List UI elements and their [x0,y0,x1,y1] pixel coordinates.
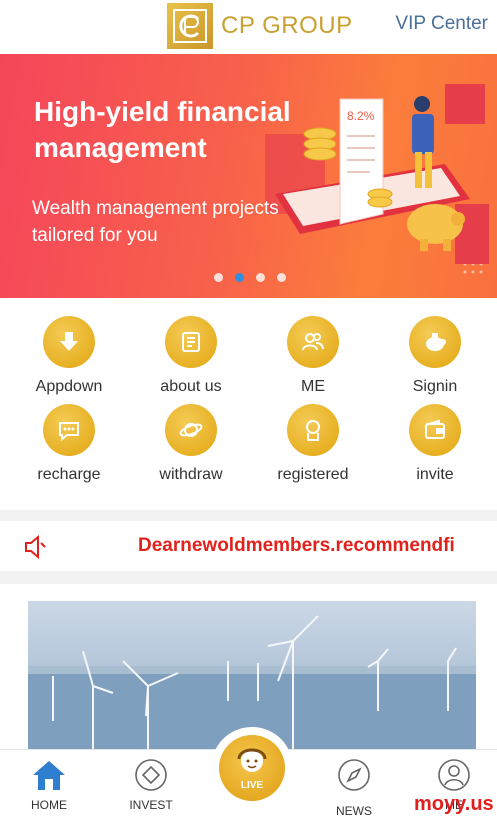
carousel-dot[interactable] [214,273,223,282]
svg-text:8.2%: 8.2% [347,109,375,123]
grid-item-label: about us [160,378,222,395]
speaker-icon [22,534,48,565]
grid-item-withdraw[interactable]: withdraw [136,404,246,484]
grid-item-label: registered [277,466,349,483]
piggy-bank-icon [409,316,461,368]
notice-text: Dearnewoldmembers.recommendfi [138,535,455,556]
chat-icon [43,404,95,456]
banner-subtitle: Wealth management projects tailored for … [32,198,279,246]
grid-item-label: invite [416,466,454,483]
grid-item-label: Signin [412,378,458,395]
grid-item-signin[interactable]: Signin [380,316,490,396]
download-icon [43,316,95,368]
users-icon [287,316,339,368]
grid-item-registered[interactable]: registered [258,404,368,484]
banner-title: High-yield financial management [34,96,291,163]
tab-label: INVEST [129,798,173,812]
grid-item-appdown[interactable]: Appdown [14,316,124,396]
grid-item-recharge[interactable]: recharge [14,404,124,484]
compass-icon [314,756,394,794]
carousel-dot-active[interactable] [235,273,244,282]
promo-banner[interactable]: 8.2% High-yield financial management Wea… [0,54,497,298]
carousel-dot[interactable] [277,273,286,282]
grid-item-me[interactable]: ME [258,316,368,396]
grid-item-label: withdraw [159,466,223,483]
top-header: CP GROUP VIP Center [0,0,497,54]
wallet-icon [409,404,461,456]
vip-center-link[interactable]: VIP Center [395,13,488,35]
grid-item-label: Appdown [35,378,103,395]
scroll-icon [165,316,217,368]
grid-item-label: ME [301,378,325,395]
live-button[interactable]: LIVE [211,727,293,809]
carousel-dots [214,273,286,282]
grid-item-label: recharge [37,466,101,483]
company-logo[interactable]: CP GROUP [167,3,353,49]
grid-item-invite[interactable]: invite [380,404,490,484]
logo-mark-icon [167,3,213,49]
notice-bar[interactable]: Dearnewoldmembers.recommendfi [0,521,497,571]
person-badge-icon [287,404,339,456]
invest-icon [111,756,191,794]
user-icon [414,756,494,794]
tab-invest[interactable]: INVEST [111,756,191,812]
carousel-dot[interactable] [256,273,265,282]
logo-text: CP GROUP [221,12,353,39]
tab-label: HOME [31,798,67,812]
tab-news[interactable]: NEWS [314,756,394,818]
planet-icon [165,404,217,456]
tab-label: NEWS [336,804,372,818]
watermark: moyy.us [414,793,494,815]
grid-item-about-us[interactable]: about us [136,316,246,396]
live-label: LIVE [240,780,264,791]
live-avatar-icon: LIVE [219,735,285,801]
tab-home[interactable]: HOME [9,756,89,812]
home-icon [9,756,89,794]
feature-grid: Appdown about us ME Signin recharge with… [0,298,497,510]
